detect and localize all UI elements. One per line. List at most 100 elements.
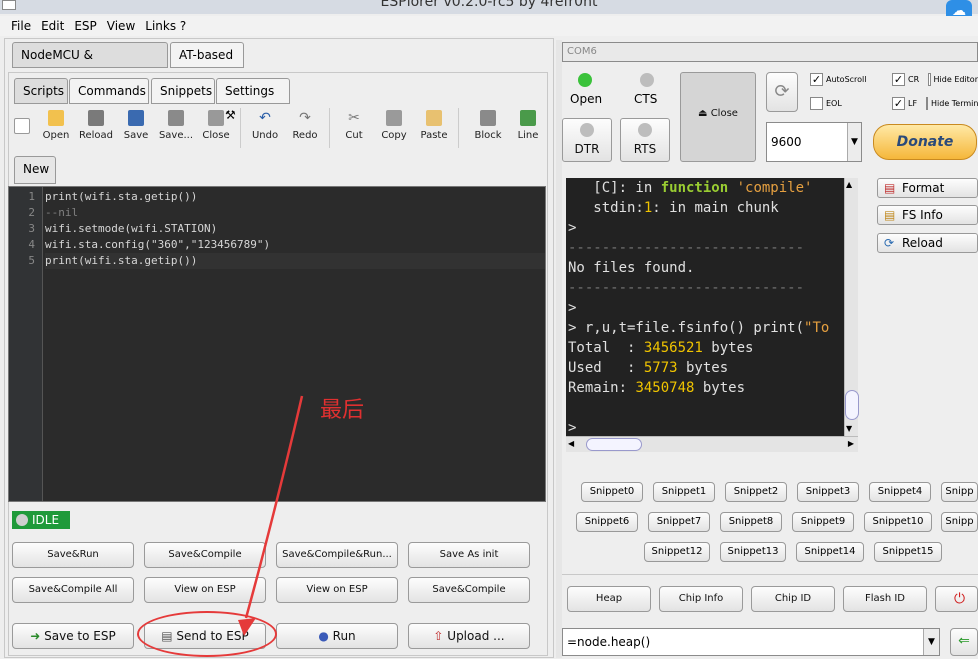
- fs-info-button[interactable]: ▤ FS Info: [877, 205, 978, 225]
- menu-view[interactable]: View: [106, 19, 136, 33]
- menu-esp[interactable]: ESP: [73, 19, 97, 33]
- scrollbar-thumb[interactable]: [845, 390, 859, 420]
- save-as-init-button[interactable]: Save As init: [408, 542, 530, 568]
- hide-editor-checkbox[interactable]: Hide Editor: [928, 73, 978, 86]
- code-line: --nil: [45, 206, 79, 219]
- reset-button[interactable]: ⏻: [935, 586, 978, 612]
- chevron-down-icon[interactable]: ▼: [923, 629, 939, 655]
- save-compile-run-button[interactable]: Save&Compile&Run...: [276, 542, 398, 568]
- open-label[interactable]: Open: [570, 92, 602, 106]
- run-button[interactable]: ● Run: [276, 623, 398, 649]
- lf-checkbox[interactable]: ✓ LF: [892, 97, 917, 110]
- view-on-esp-button[interactable]: View on ESP: [276, 577, 398, 603]
- donate-button[interactable]: Donate: [873, 124, 977, 160]
- snippet-button[interactable]: Snippet3: [797, 482, 859, 502]
- view-on-esp-button[interactable]: View on ESP: [144, 577, 266, 603]
- open-led-icon: [578, 73, 592, 87]
- eol-checkbox[interactable]: EOL: [810, 97, 842, 110]
- snippet-button[interactable]: Snippet1: [653, 482, 715, 502]
- snippet-button[interactable]: Snippet14: [796, 542, 864, 562]
- scroll-right-icon[interactable]: ▶: [848, 439, 854, 448]
- save-compile-all-button[interactable]: Save&Compile All: [12, 577, 134, 603]
- snippet-button[interactable]: Snippet4: [869, 482, 931, 502]
- snippet-button[interactable]: Snippet13: [720, 542, 786, 562]
- command-input[interactable]: =node.heap() ▼: [562, 628, 940, 656]
- close-port-button[interactable]: ⏏ Close: [680, 72, 756, 162]
- chip-info-button[interactable]: Chip Info: [659, 586, 743, 612]
- tab-snippets[interactable]: Snippets: [151, 78, 215, 104]
- open-button[interactable]: Open: [36, 104, 76, 152]
- tab-commands[interactable]: Commands: [69, 78, 149, 104]
- chevron-down-icon[interactable]: ▼: [847, 123, 861, 161]
- save-button[interactable]: Save: [116, 104, 156, 152]
- menu-edit[interactable]: Edit: [40, 19, 65, 33]
- terminal-vertical-scrollbar[interactable]: ▲ ▼: [844, 178, 859, 436]
- redo-button[interactable]: ↷ Redo: [285, 104, 325, 152]
- cut-button[interactable]: ✂ Cut: [334, 104, 374, 152]
- port-select[interactable]: COM6: [562, 42, 978, 62]
- close-file-button[interactable]: Close: [196, 104, 236, 152]
- code-editor[interactable]: 1 2 3 4 5 print(wifi.sta.getip()) --nil …: [8, 186, 546, 502]
- snippet-button[interactable]: Snippet2: [725, 482, 787, 502]
- title-bar: ESPlorer v0.2.0-rc5 by 4refr0nt: [0, 0, 978, 14]
- reload-files-button[interactable]: ⟳ Reload: [877, 233, 978, 253]
- status-led-icon: [16, 514, 28, 526]
- line-icon: [520, 110, 536, 126]
- tab-nodemcu[interactable]: NodeMCU & MicroPython: [12, 42, 168, 86]
- tab-scripts[interactable]: Scripts: [14, 78, 68, 104]
- chip-id-button[interactable]: Chip ID: [751, 586, 835, 612]
- copy-icon: [386, 110, 402, 126]
- scroll-down-icon[interactable]: ▼: [846, 424, 852, 433]
- snippet-button[interactable]: Snippet8: [720, 512, 782, 532]
- menu-file[interactable]: File: [10, 19, 32, 33]
- copy-button[interactable]: Copy: [374, 104, 414, 152]
- menu-links[interactable]: Links ?: [144, 19, 187, 33]
- snippet-button[interactable]: Snippet9: [792, 512, 854, 532]
- hide-terminal-checkbox[interactable]: Hide Terminal: [926, 97, 978, 110]
- snippet-button[interactable]: Snipp: [941, 512, 978, 532]
- dtr-button[interactable]: DTR: [562, 118, 612, 162]
- dtr-label: DTR: [574, 142, 600, 156]
- snippet-button[interactable]: Snippet10: [864, 512, 932, 532]
- line-number: 5: [28, 254, 35, 267]
- tab-at-based[interactable]: AT-based: [170, 42, 244, 68]
- cr-checkbox[interactable]: ✓ CR: [892, 73, 919, 86]
- scrollbar-thumb[interactable]: [586, 438, 642, 451]
- terminal-text: bytes: [694, 380, 746, 396]
- terminal-line: Total : 3456521 bytes: [568, 338, 753, 358]
- format-button[interactable]: ▤ Format: [877, 178, 978, 198]
- new-file-button[interactable]: [8, 104, 36, 152]
- paste-button[interactable]: Paste: [414, 104, 454, 152]
- terminal-horizontal-scrollbar[interactable]: ◀ ▶: [566, 436, 858, 452]
- tab-settings[interactable]: Settings ⚒: [216, 78, 290, 122]
- snippet-button[interactable]: Snippet15: [874, 542, 942, 562]
- upload-button[interactable]: ⇧ Upload ...: [408, 623, 530, 649]
- heap-button[interactable]: Heap: [567, 586, 651, 612]
- rts-button[interactable]: RTS: [620, 118, 670, 162]
- line-button[interactable]: Line: [513, 104, 543, 152]
- undo-button[interactable]: ↶ Undo: [245, 104, 285, 152]
- save-as-button[interactable]: Save...: [156, 104, 196, 152]
- send-command-button[interactable]: ⇐: [950, 628, 978, 656]
- scroll-left-icon[interactable]: ◀: [568, 439, 574, 448]
- save-compile-button[interactable]: Save&Compile: [408, 577, 530, 603]
- save-compile-button[interactable]: Save&Compile: [144, 542, 266, 568]
- flash-id-button[interactable]: Flash ID: [843, 586, 927, 612]
- file-tab-new[interactable]: New: [14, 156, 56, 184]
- terminal-output[interactable]: [C]: in function 'compile' stdin:1: in m…: [566, 178, 844, 436]
- plug-icon: ⏏: [698, 108, 708, 119]
- snippet-button[interactable]: Snippet0: [581, 482, 643, 502]
- save-to-esp-button[interactable]: ➜ Save to ESP: [12, 623, 134, 649]
- scroll-up-icon[interactable]: ▲: [846, 180, 852, 189]
- snippet-button[interactable]: Snippet12: [644, 542, 710, 562]
- block-button[interactable]: Block: [463, 104, 513, 152]
- snippet-button[interactable]: Snippet6: [576, 512, 638, 532]
- autoscroll-checkbox[interactable]: ✓ AutoScroll: [810, 73, 867, 86]
- snippet-button[interactable]: Snippet7: [648, 512, 710, 532]
- refresh-ports-button[interactable]: ⟳: [766, 72, 798, 112]
- snippet-button[interactable]: Snipp: [941, 482, 978, 502]
- close-file-label: Close: [202, 130, 230, 141]
- baud-select[interactable]: 9600 ▼: [766, 122, 862, 162]
- save-run-button[interactable]: Save&Run: [12, 542, 134, 568]
- reload-button[interactable]: Reload: [76, 104, 116, 152]
